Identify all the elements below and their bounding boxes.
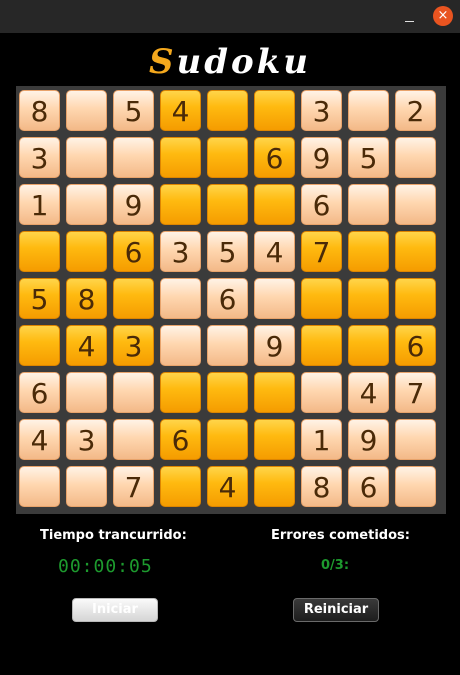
sudoku-cell[interactable]: 6 — [207, 278, 248, 319]
sudoku-cell[interactable] — [113, 137, 154, 178]
sudoku-cell[interactable]: 3 — [301, 90, 342, 131]
sudoku-cell[interactable] — [207, 90, 248, 131]
sudoku-cell[interactable] — [207, 419, 248, 460]
minimize-icon[interactable]: _ — [405, 10, 414, 22]
sudoku-cell[interactable] — [113, 419, 154, 460]
logo-initial: S — [148, 42, 177, 82]
sudoku-cell[interactable] — [66, 372, 107, 413]
errors-label: Errores cometidos: — [271, 528, 410, 543]
sudoku-cell[interactable] — [254, 419, 295, 460]
sudoku-cell[interactable]: 9 — [348, 419, 389, 460]
sudoku-cell[interactable]: 8 — [66, 278, 107, 319]
sudoku-cell[interactable] — [301, 325, 342, 366]
sudoku-cell[interactable]: 1 — [19, 184, 60, 225]
sudoku-cell[interactable] — [66, 231, 107, 272]
sudoku-cell[interactable] — [160, 372, 201, 413]
sudoku-cell[interactable] — [301, 278, 342, 319]
sudoku-cell[interactable] — [207, 184, 248, 225]
sudoku-cell[interactable]: 6 — [348, 466, 389, 507]
sudoku-cell[interactable]: 6 — [160, 419, 201, 460]
sudoku-cell[interactable] — [160, 325, 201, 366]
sudoku-cell[interactable]: 5 — [19, 278, 60, 319]
sudoku-cell[interactable] — [348, 278, 389, 319]
sudoku-cell[interactable] — [254, 372, 295, 413]
sudoku-cell[interactable] — [66, 466, 107, 507]
sudoku-board: 854323695196635475864396647436197486 — [16, 86, 446, 514]
sudoku-cell[interactable] — [395, 231, 436, 272]
reset-button[interactable]: Reiniciar — [293, 598, 379, 622]
sudoku-cell[interactable]: 3 — [66, 419, 107, 460]
sudoku-cell[interactable] — [395, 137, 436, 178]
sudoku-cell[interactable] — [160, 137, 201, 178]
errors-count: 0/3: — [321, 558, 350, 573]
logo-text: udoku — [176, 42, 311, 82]
sudoku-cell[interactable]: 6 — [254, 137, 295, 178]
sudoku-cell[interactable]: 5 — [113, 90, 154, 131]
sudoku-cell[interactable] — [348, 90, 389, 131]
sudoku-cell[interactable] — [395, 184, 436, 225]
close-icon[interactable]: × — [433, 6, 453, 26]
sudoku-cell[interactable] — [207, 137, 248, 178]
sudoku-cell[interactable] — [66, 137, 107, 178]
sudoku-cell[interactable]: 9 — [113, 184, 154, 225]
app-logo: Sudoku — [0, 40, 460, 84]
start-button[interactable]: Iniciar — [72, 598, 158, 622]
sudoku-cell[interactable] — [348, 231, 389, 272]
sudoku-cell[interactable] — [395, 466, 436, 507]
time-label: Tiempo trancurrido: — [40, 528, 187, 543]
sudoku-cell[interactable] — [160, 278, 201, 319]
sudoku-cell[interactable]: 3 — [113, 325, 154, 366]
sudoku-cell[interactable]: 3 — [160, 231, 201, 272]
sudoku-cell[interactable] — [19, 325, 60, 366]
sudoku-cell[interactable] — [113, 372, 154, 413]
elapsed-time: 00:00:05 — [58, 556, 153, 577]
sudoku-cell[interactable]: 5 — [207, 231, 248, 272]
sudoku-cell[interactable]: 4 — [66, 325, 107, 366]
sudoku-cell[interactable]: 6 — [19, 372, 60, 413]
sudoku-cell[interactable] — [348, 184, 389, 225]
sudoku-cell[interactable] — [254, 184, 295, 225]
sudoku-cell[interactable] — [254, 466, 295, 507]
sudoku-cell[interactable] — [160, 466, 201, 507]
sudoku-cell[interactable]: 4 — [348, 372, 389, 413]
sudoku-cell[interactable] — [66, 90, 107, 131]
sudoku-cell[interactable] — [254, 90, 295, 131]
sudoku-cell[interactable] — [19, 231, 60, 272]
sudoku-cell[interactable]: 7 — [395, 372, 436, 413]
sudoku-cell[interactable] — [113, 278, 154, 319]
sudoku-cell[interactable] — [348, 325, 389, 366]
sudoku-cell[interactable]: 6 — [301, 184, 342, 225]
sudoku-cell[interactable]: 9 — [254, 325, 295, 366]
sudoku-cell[interactable]: 8 — [301, 466, 342, 507]
sudoku-cell[interactable] — [395, 419, 436, 460]
sudoku-cell[interactable]: 4 — [19, 419, 60, 460]
sudoku-cell[interactable]: 7 — [113, 466, 154, 507]
sudoku-cell[interactable]: 4 — [254, 231, 295, 272]
sudoku-cell[interactable]: 8 — [19, 90, 60, 131]
sudoku-cell[interactable] — [160, 184, 201, 225]
sudoku-cell[interactable] — [254, 278, 295, 319]
sudoku-cell[interactable]: 4 — [207, 466, 248, 507]
sudoku-cell[interactable]: 6 — [113, 231, 154, 272]
sudoku-cell[interactable]: 3 — [19, 137, 60, 178]
sudoku-cell[interactable]: 6 — [395, 325, 436, 366]
sudoku-cell[interactable] — [395, 278, 436, 319]
sudoku-cell[interactable] — [66, 184, 107, 225]
title-bar: _ × — [0, 0, 460, 33]
sudoku-cell[interactable] — [207, 372, 248, 413]
sudoku-cell[interactable]: 5 — [348, 137, 389, 178]
sudoku-cell[interactable]: 4 — [160, 90, 201, 131]
sudoku-cell[interactable] — [207, 325, 248, 366]
sudoku-cell[interactable]: 7 — [301, 231, 342, 272]
sudoku-cell[interactable] — [19, 466, 60, 507]
sudoku-cell[interactable]: 2 — [395, 90, 436, 131]
sudoku-cell[interactable] — [301, 372, 342, 413]
sudoku-cell[interactable]: 1 — [301, 419, 342, 460]
sudoku-cell[interactable]: 9 — [301, 137, 342, 178]
